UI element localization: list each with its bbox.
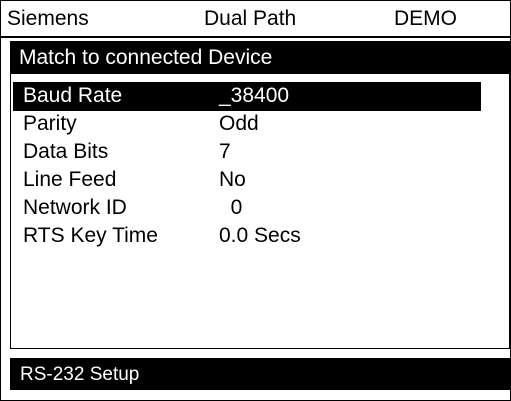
brand-label: Siemens <box>7 7 89 30</box>
param-row-rts-key-time[interactable]: RTS Key Time 0.0 Secs <box>11 222 509 250</box>
device-screen: Siemens Dual Path DEMO Match to connecte… <box>0 0 511 401</box>
panel-title: Match to connected Device <box>19 46 273 69</box>
param-value: No <box>219 168 246 191</box>
param-row-line-feed[interactable]: Line Feed No <box>11 166 509 194</box>
header-divider <box>1 36 510 38</box>
mode-label: Dual Path <box>204 7 297 30</box>
param-label: Line Feed <box>23 168 117 191</box>
param-value: Odd <box>219 112 259 135</box>
param-list: Baud Rate _38400 Parity Odd Data Bits 7 … <box>11 82 509 250</box>
header-bar: Siemens Dual Path DEMO <box>1 1 510 37</box>
param-row-parity[interactable]: Parity Odd <box>11 110 509 138</box>
status-bar: RS-232 Setup <box>10 358 510 390</box>
param-row-data-bits[interactable]: Data Bits 7 <box>11 138 509 166</box>
param-label: RTS Key Time <box>23 224 158 247</box>
param-value: 0 <box>219 196 243 219</box>
param-label: Data Bits <box>23 140 109 163</box>
param-row-baud-rate[interactable]: Baud Rate _38400 <box>11 82 509 111</box>
param-value: 7 <box>219 140 231 163</box>
status-text: RS-232 Setup <box>20 364 140 385</box>
param-value: _38400 <box>219 84 290 107</box>
settings-panel: Match to connected Device Baud Rate _384… <box>10 41 510 349</box>
panel-title-bar: Match to connected Device <box>11 42 509 74</box>
state-label: DEMO <box>394 7 457 30</box>
param-value: 0.0 Secs <box>219 224 301 247</box>
param-row-network-id[interactable]: Network ID 0 <box>11 194 509 222</box>
param-label: Parity <box>23 112 77 135</box>
param-label: Baud Rate <box>23 84 123 107</box>
param-label: Network ID <box>23 196 127 219</box>
